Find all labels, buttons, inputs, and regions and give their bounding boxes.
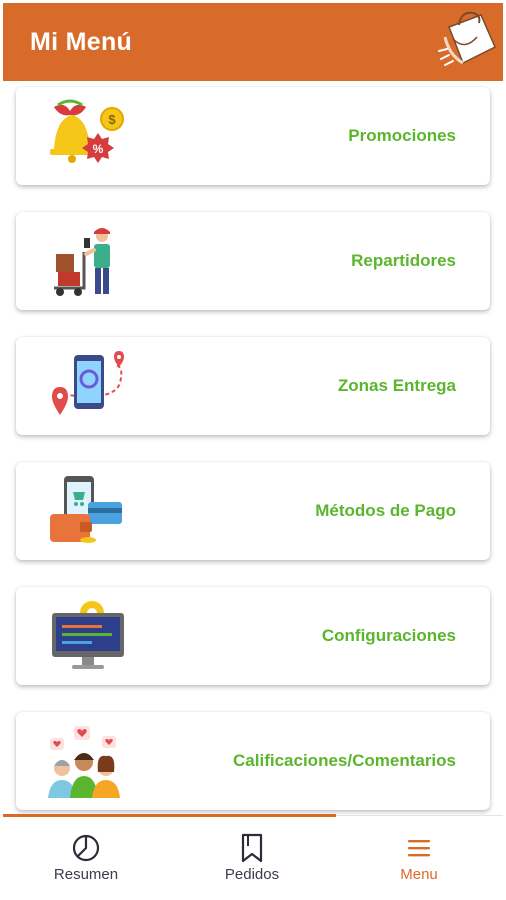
delivery-zone-map-icon	[52, 351, 124, 415]
bottom-navigation: Resumen Pedidos Menu	[3, 814, 503, 900]
menu-item-promociones[interactable]: $ % Promociones	[16, 87, 490, 185]
menu-item-configuraciones[interactable]: Configuraciones	[16, 587, 490, 685]
menu-item-label: Calificaciones/Comentarios	[233, 751, 456, 770]
tab-resumen[interactable]: Resumen	[3, 816, 169, 900]
settings-monitor-icon	[52, 601, 124, 669]
tab-menu[interactable]: Menu	[336, 816, 502, 900]
app-header: Mi Menú	[3, 3, 503, 81]
tab-pedidos[interactable]: Pedidos	[169, 816, 335, 900]
svg-text:%: %	[93, 142, 104, 156]
page-title: Mi Menú	[30, 28, 133, 56]
menu-item-label: Configuraciones	[321, 626, 456, 645]
tab-label: Pedidos	[224, 866, 280, 883]
menu-list: $ % Promociones Repartidores Zonas Entre…	[0, 81, 506, 815]
menu-item-label: Promociones	[348, 126, 456, 145]
menu-item-label: Zonas Entrega	[337, 376, 456, 395]
tab-label: Resumen	[53, 866, 119, 883]
hamburger-menu-icon	[408, 840, 430, 857]
delivery-person-icon	[54, 228, 110, 296]
bookmark-icon	[241, 833, 263, 863]
menu-item-label: Métodos de Pago	[315, 501, 456, 520]
pie-chart-icon	[72, 834, 100, 862]
svg-text:$: $	[108, 112, 116, 127]
menu-item-calificaciones-comentarios[interactable]: Calificaciones/Comentarios	[16, 712, 490, 810]
ratings-comments-icon	[48, 726, 120, 798]
shopping-bag-logo-icon	[438, 11, 496, 66]
menu-item-metodos-de-pago[interactable]: Métodos de Pago	[16, 462, 490, 560]
menu-item-label: Repartidores	[351, 251, 456, 270]
tab-label: Menu	[400, 866, 438, 883]
menu-item-zonas-entrega[interactable]: Zonas Entrega	[16, 337, 490, 435]
promotion-bell-icon: $ %	[50, 99, 124, 163]
payment-methods-icon	[50, 476, 122, 543]
menu-item-repartidores[interactable]: Repartidores	[16, 212, 490, 310]
